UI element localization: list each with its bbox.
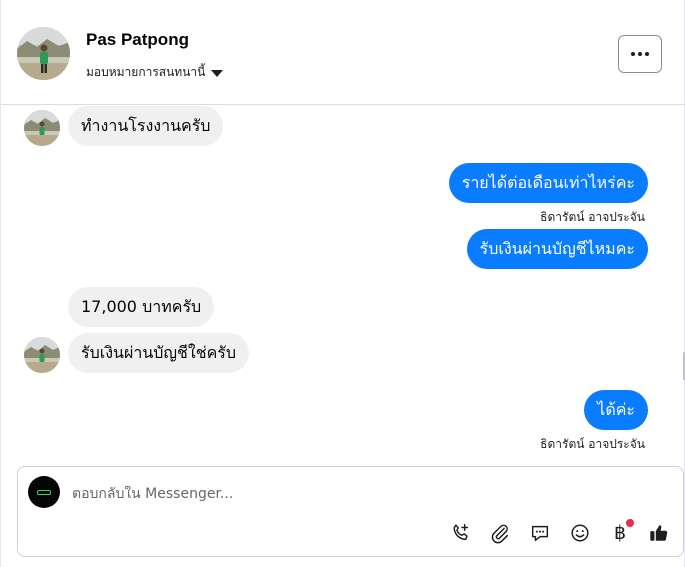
more-options-button[interactable] bbox=[618, 35, 662, 73]
conversation-panel: Pas Patpong มอบหมายการสนทนานี้ ทำงานโรงง… bbox=[0, 0, 685, 567]
message-text: รับเงินผ่านบัญชีใช่ครับ bbox=[81, 342, 237, 362]
conversation-header: Pas Patpong มอบหมายการสนทนานี้ bbox=[1, 0, 685, 105]
reply-input[interactable] bbox=[72, 486, 592, 502]
message-bubble[interactable]: รับเงินผ่านบัญชีใช่ครับ bbox=[68, 333, 250, 373]
message-bubble[interactable]: รายได้ต่อเดือนเท่าไหร่คะ bbox=[448, 163, 648, 203]
like-button[interactable] bbox=[645, 519, 673, 547]
sender-name: ธิดารัตน์ อาจประจัน bbox=[540, 210, 645, 224]
contact-avatar[interactable] bbox=[17, 27, 70, 80]
paperclip-icon bbox=[491, 524, 509, 544]
message-bubble[interactable]: 17,000 บาทครับ bbox=[68, 287, 215, 327]
attach-button[interactable] bbox=[486, 519, 514, 547]
assign-conversation-dropdown[interactable]: มอบหมายการสนทนานี้ bbox=[86, 63, 224, 82]
saved-reply-icon bbox=[531, 525, 549, 542]
message-bubble[interactable]: รับเงินผ่านบัญชีไหมคะ bbox=[466, 229, 648, 269]
message-text: รับเงินผ่านบัญชีไหมคะ bbox=[479, 238, 635, 258]
saved-reply-button[interactable] bbox=[526, 519, 554, 547]
message-avatar[interactable] bbox=[24, 337, 60, 373]
more-icon-dot bbox=[638, 52, 642, 56]
more-icon-dot bbox=[645, 52, 649, 56]
page-avatar bbox=[28, 476, 60, 508]
message-text: ได้ค่ะ bbox=[597, 399, 635, 419]
call-button[interactable] bbox=[447, 519, 475, 547]
thumbs-up-icon bbox=[650, 525, 668, 541]
message-avatar[interactable] bbox=[24, 110, 60, 146]
caret-down-icon bbox=[211, 69, 224, 77]
baht-icon: ฿ bbox=[613, 522, 627, 544]
payment-button[interactable]: ฿ bbox=[606, 519, 634, 547]
sender-name: ธิดารัตน์ อาจประจัน bbox=[540, 437, 645, 451]
message-text: รายได้ต่อเดือนเท่าไหร่คะ bbox=[461, 172, 635, 192]
message-bubble[interactable]: ทำงานโรงงานครับ bbox=[68, 106, 224, 146]
assign-conversation-label: มอบหมายการสนทนานี้ bbox=[86, 65, 206, 79]
emoji-icon bbox=[571, 524, 589, 542]
message-composer: ฿ bbox=[17, 466, 684, 557]
emoji-button[interactable] bbox=[566, 519, 594, 547]
page-logo-icon bbox=[37, 489, 51, 495]
contact-name[interactable]: Pas Patpong bbox=[86, 30, 189, 50]
message-text: ทำงานโรงงานครับ bbox=[81, 115, 211, 135]
message-text: 17,000 บาทครับ bbox=[81, 296, 202, 316]
more-icon-dot bbox=[631, 52, 635, 56]
phone-plus-icon bbox=[453, 524, 469, 541]
notification-dot bbox=[626, 519, 634, 527]
message-bubble[interactable]: ได้ค่ะ bbox=[584, 390, 648, 430]
